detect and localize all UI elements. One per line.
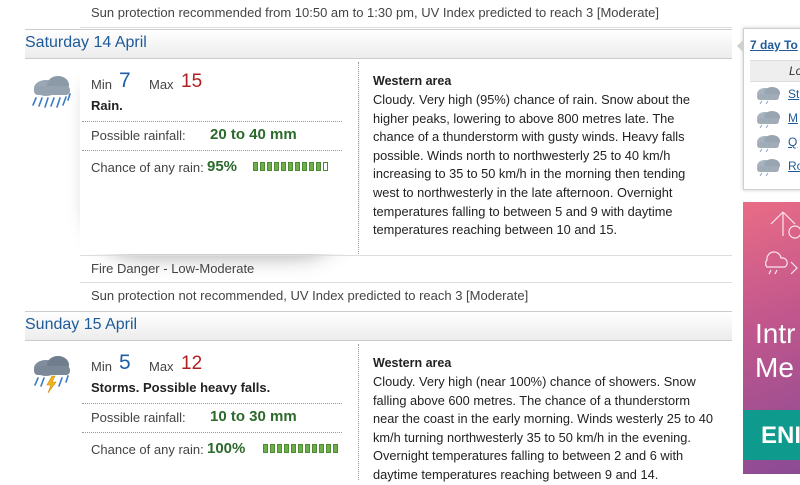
sidebar-item-label[interactable]: Ro bbox=[788, 159, 800, 173]
bar-segment bbox=[253, 162, 258, 171]
bar-segment bbox=[295, 162, 300, 171]
divider bbox=[82, 403, 342, 404]
column-divider bbox=[358, 344, 359, 480]
ad-headline-line1: Intr bbox=[755, 318, 796, 349]
min-temp: 5 bbox=[119, 351, 131, 374]
column-header-label: Lo bbox=[789, 64, 800, 78]
ad-button[interactable]: ENI bbox=[743, 410, 800, 460]
rain-chance-bar bbox=[253, 162, 328, 171]
cloud-icon bbox=[757, 87, 780, 105]
forecast-text: Cloudy. Very high (95%) chance of rain. … bbox=[373, 92, 691, 238]
rain-chance-label: Chance of any rain: bbox=[91, 442, 204, 457]
rain-cloud-icon bbox=[32, 76, 71, 108]
bar-segment bbox=[291, 444, 296, 453]
ad-decoration-icon bbox=[765, 211, 800, 275]
day-header: Sunday 15 April bbox=[25, 311, 732, 341]
area-title: Western area bbox=[373, 74, 452, 88]
cloud-icon bbox=[757, 111, 780, 129]
day-title: Sunday 15 April bbox=[25, 316, 138, 333]
rainfall-label: Possible rainfall: bbox=[91, 410, 186, 425]
sidebar-item-label[interactable]: Q bbox=[788, 135, 797, 149]
bar-segment bbox=[333, 444, 338, 453]
rainfall-label: Possible rainfall: bbox=[91, 128, 186, 143]
cloud-icon bbox=[757, 159, 780, 177]
bar-segment bbox=[270, 444, 275, 453]
rain-chance-label: Chance of any rain: bbox=[91, 160, 204, 175]
max-temp: 12 bbox=[181, 353, 203, 374]
ad-button-label: ENI bbox=[761, 422, 800, 449]
bar-segment bbox=[326, 444, 331, 453]
seven-day-panel: 7 day To Lo St M Q Ro bbox=[737, 28, 800, 190]
divider bbox=[82, 150, 342, 151]
sidebar-item-2[interactable]: M bbox=[754, 109, 798, 132]
bar-segment bbox=[309, 162, 314, 171]
rain-chance-bar bbox=[263, 444, 338, 453]
area-title: Western area bbox=[373, 356, 452, 370]
rainfall-amount: 20 to 40 mm bbox=[210, 126, 297, 143]
bar-segment bbox=[277, 444, 282, 453]
storm-cloud-icon bbox=[34, 356, 70, 394]
forecast-text: Cloudy. Very high (near 100%) chance of … bbox=[373, 374, 713, 482]
ad-headline-line2: Me bbox=[755, 352, 794, 383]
bar-segment bbox=[260, 162, 265, 171]
day-header: Saturday 14 April bbox=[25, 29, 732, 59]
max-temp: 15 bbox=[181, 71, 203, 92]
max-label: Max bbox=[149, 359, 174, 374]
bar-segment bbox=[316, 162, 321, 171]
rain-chance-value: 100% bbox=[207, 440, 246, 457]
location-column-header: Lo bbox=[750, 60, 800, 82]
day-title: Saturday 14 April bbox=[25, 34, 147, 51]
min-temp: 7 bbox=[119, 69, 131, 92]
bar-segment bbox=[305, 444, 310, 453]
weather-summary: Rain. bbox=[91, 98, 123, 113]
seven-day-link[interactable]: 7 day To bbox=[750, 38, 798, 52]
bar-segment bbox=[274, 162, 279, 171]
bar-segment bbox=[302, 162, 307, 171]
weather-summary: Storms. Possible heavy falls. bbox=[91, 380, 271, 395]
sun-protection-note: Sun protection recommended from 10:50 am… bbox=[80, 0, 732, 28]
min-label: Min bbox=[91, 359, 112, 374]
column-divider bbox=[358, 62, 359, 254]
sidebar-item-1[interactable]: St bbox=[754, 85, 799, 108]
sidebar-item-4[interactable]: Ro bbox=[754, 157, 800, 180]
panel-pointer bbox=[737, 39, 744, 53]
sidebar-item-3[interactable]: Q bbox=[754, 133, 797, 156]
divider bbox=[82, 432, 342, 433]
bar-segment bbox=[312, 444, 317, 453]
rainfall-amount: 10 to 30 mm bbox=[210, 408, 297, 425]
advertisement-banner[interactable]: Intr Me ENI bbox=[743, 202, 800, 474]
bar-segment bbox=[319, 444, 324, 453]
divider bbox=[82, 121, 342, 122]
max-label: Max bbox=[149, 77, 174, 92]
bar-segment bbox=[284, 444, 289, 453]
rain-chance-value: 95% bbox=[207, 158, 238, 175]
bar-segment bbox=[323, 162, 328, 171]
bar-segment bbox=[288, 162, 293, 171]
sidebar-item-label[interactable]: M bbox=[788, 111, 798, 125]
cloud-icon bbox=[757, 135, 780, 153]
bar-segment bbox=[267, 162, 272, 171]
sidebar-item-label[interactable]: St bbox=[788, 87, 799, 101]
bar-segment bbox=[281, 162, 286, 171]
bar-segment bbox=[298, 444, 303, 453]
sun-protection-note: Sun protection not recommended, UV Index… bbox=[80, 282, 732, 308]
fire-danger: Fire Danger - Low-Moderate bbox=[80, 255, 732, 281]
min-label: Min bbox=[91, 77, 112, 92]
bar-segment bbox=[263, 444, 268, 453]
